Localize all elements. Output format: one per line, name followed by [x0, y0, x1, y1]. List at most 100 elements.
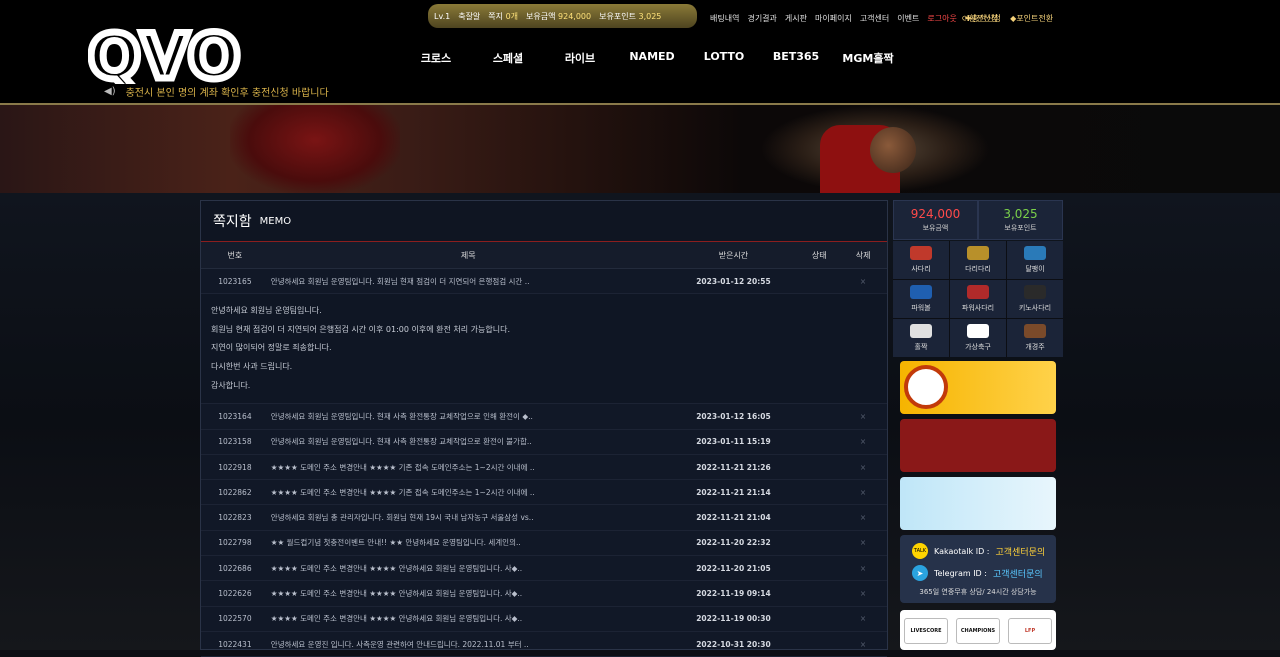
game-tile[interactable]: 키노사다리 [1007, 280, 1063, 318]
delete-icon[interactable]: × [839, 437, 887, 446]
game-label: 홀짝 [914, 343, 928, 351]
roulette-banner[interactable] [900, 361, 1056, 414]
notice-text: 충전시 본인 명의 계좌 확인후 충전신청 바랍니다 [125, 88, 329, 99]
kakao-icon: TALK [912, 543, 928, 559]
money-info: 보유금액 924,000 [526, 11, 592, 21]
game-tile[interactable]: 파워사다리 [950, 280, 1006, 318]
partners-box: LIVESCORE CHAMPIONS LFP [900, 610, 1056, 650]
game-tile[interactable]: 개경주 [1007, 319, 1063, 357]
memo-time: 2023-01-12 20:55 [696, 276, 771, 286]
game-tile[interactable]: 가상축구 [950, 319, 1006, 357]
hero-banner [0, 105, 1280, 193]
game-label: 키노사다리 [1018, 304, 1052, 312]
memo-title-link[interactable]: 안녕하세요 회원님 총 관리자입니다. 회원님 현재 19시 국내 남자농구 서… [269, 512, 668, 523]
memo-table-header: 번호 제목 받은시간 상태 삭제 [201, 242, 887, 269]
memo-title-link[interactable]: ★★★★ 도메인 주소 변경안내 ★★★★ 안녕하세요 회원님 운영팀입니다. … [269, 613, 668, 624]
memo-time: 2022-11-20 22:32 [696, 538, 771, 548]
game-tile[interactable]: 파워볼 [893, 280, 949, 318]
game-tile[interactable]: 다리다리 [950, 241, 1006, 279]
link-mypage[interactable]: 마이페이지 [815, 13, 852, 24]
nav-live[interactable]: 라이브 [544, 50, 616, 66]
nav-cross[interactable]: 크로스 [400, 50, 472, 66]
delete-icon[interactable]: × [839, 412, 887, 421]
memo-content-line: 감사합니다. [211, 380, 251, 390]
kakao-row[interactable]: TALK Kakaotalk ID : 고객센터문의 [900, 543, 1056, 559]
telegram-icon: ➤ [912, 565, 928, 581]
memo-row[interactable]: 1023164 안녕하세요 회원님 운영팀입니다. 현재 사측 환전통장 교체작업… [201, 404, 887, 430]
memo-row[interactable]: 1022823 안녕하세요 회원님 총 관리자입니다. 회원님 현재 19시 국내… [201, 505, 887, 531]
promo-banner[interactable] [900, 477, 1056, 530]
memo-list: 1023164 안녕하세요 회원님 운영팀입니다. 현재 사측 환전통장 교체작업… [201, 404, 887, 657]
logo-text: QVO [88, 24, 240, 84]
game-tile[interactable]: 홀짝 [893, 319, 949, 357]
memo-title-link[interactable]: ★★★★ 도메인 주소 변경안내 ★★★★ 안녕하세요 회원님 운영팀입니다. … [269, 563, 668, 574]
game-icon [1024, 324, 1046, 338]
memo-title-link[interactable]: ★★★★ 도메인 주소 변경안내 ★★★★ 기존 접속 도메인주소는 1~2시간… [269, 462, 668, 473]
nav-special[interactable]: 스페셜 [472, 50, 544, 66]
memo-row[interactable]: 1022626 ★★★★ 도메인 주소 변경안내 ★★★★ 안녕하세요 회원님 운… [201, 581, 887, 607]
memo-row[interactable]: 1022570 ★★★★ 도메인 주소 변경안내 ★★★★ 안녕하세요 회원님 운… [201, 607, 887, 632]
memo-header: 쪽지함 MEMO [201, 201, 887, 242]
memo-row[interactable]: 1022862 ★★★★ 도메인 주소 변경안내 ★★★★ 기존 접속 도메인주소… [201, 480, 887, 506]
memo-row[interactable]: 1022918 ★★★★ 도메인 주소 변경안내 ★★★★ 기존 접속 도메인주소… [201, 455, 887, 481]
game-label: 다리다리 [965, 265, 991, 273]
delete-icon[interactable]: × [839, 538, 887, 547]
memo-row[interactable]: 1023158 안녕하세요 회원님 운영팀입니다. 현재 사측 환전통장 교체작업… [201, 430, 887, 455]
memo-title-link[interactable]: 안녕하세요 운영진 입니다. 사측운영 관련하여 안내드립니다. 2022.11… [269, 639, 668, 650]
qvo-logo[interactable]: QVO [88, 24, 260, 84]
kakao-label: Kakaotalk ID : [934, 546, 990, 556]
support-note: 365일 연중무휴 상담/ 24시간 상담가능 [919, 588, 1037, 596]
memo-row[interactable]: 1022686 ★★★★ 도메인 주소 변경안내 ★★★★ 안녕하세요 회원님 운… [201, 556, 887, 582]
memo-time: 2022-11-20 21:05 [696, 563, 771, 573]
player-silhouette-left [230, 105, 400, 193]
memo-title-link[interactable]: 안녕하세요 회원님 운영팀입니다. 현재 사측 환전통장 교체작업으로 환전이 … [269, 436, 668, 447]
main-nav: 크로스 스페셜 라이브 NAMED LOTTO BET365 MGM홀짝 [400, 50, 904, 66]
delete-icon[interactable]: × [839, 564, 887, 573]
link-support[interactable]: 고객센터 [860, 13, 889, 24]
nav-named[interactable]: NAMED [616, 50, 688, 66]
telegram-row[interactable]: ➤ Telegram ID : 고객센터문의 [900, 565, 1056, 581]
delete-icon[interactable]: × [839, 640, 887, 649]
memo-title-link[interactable]: 안녕하세요 회원님 운영팀입니다. 현재 사측 환전통장 교체작업으로 인해 환… [269, 411, 668, 422]
game-label: 달팽이 [1025, 265, 1045, 273]
event-banner[interactable] [900, 419, 1056, 472]
delete-icon[interactable]: × [839, 463, 887, 472]
memo-id: 1023165 [218, 276, 252, 286]
memo-link[interactable]: 쪽지 0개 [488, 11, 518, 22]
memo-row-open[interactable]: 1023165 안녕하세요 회원님 운영팀입니다. 회원님 현재 점검이 더 지… [201, 269, 887, 295]
delete-icon[interactable]: × [839, 277, 887, 286]
game-tile[interactable]: 사다리 [893, 241, 949, 279]
game-tile[interactable]: 달팽이 [1007, 241, 1063, 279]
nav-bet365[interactable]: BET365 [760, 50, 832, 66]
nav-lotto[interactable]: LOTTO [688, 50, 760, 66]
link-event[interactable]: 이벤트 [897, 13, 919, 24]
memo-title-link[interactable]: ★★★★ 도메인 주소 변경안내 ★★★★ 안녕하세요 회원님 운영팀입니다. … [269, 588, 668, 599]
link-bet-history[interactable]: 배팅내역 [710, 13, 739, 24]
telegram-label: Telegram ID : [934, 568, 987, 578]
delete-icon[interactable]: × [839, 589, 887, 598]
delete-icon[interactable]: × [839, 488, 887, 497]
point-convert-link[interactable]: ◆포인트전환 [1010, 13, 1053, 24]
memo-title-link[interactable]: ★★★★ 도메인 주소 변경안내 ★★★★ 기존 접속 도메인주소는 1~2시간… [269, 487, 668, 498]
link-board[interactable]: 게시판 [785, 13, 807, 24]
champions-league-logo[interactable]: CHAMPIONS [956, 618, 1000, 644]
nav-mgm[interactable]: MGM홀짝 [832, 50, 904, 66]
logout-link[interactable]: 로그아웃 [927, 13, 956, 24]
delete-icon[interactable]: × [839, 614, 887, 623]
money-box: 924,000 보유금액 [893, 200, 978, 240]
memo-time: 2022-11-21 21:26 [696, 462, 771, 472]
livescore-logo[interactable]: LIVESCORE [904, 618, 948, 644]
memo-id: 1023158 [218, 437, 252, 447]
memo-row[interactable]: 1022798 ★★ 월드컵기념 첫충전이벤트 안내!! ★★ 안녕하세요 운영팀… [201, 531, 887, 557]
lfp-logo[interactable]: LFP [1008, 618, 1052, 644]
memo-row[interactable]: 1022431 안녕하세요 운영진 입니다. 사측운영 관련하여 안내드립니다. … [201, 632, 887, 657]
delete-icon[interactable]: × [839, 513, 887, 522]
exchange-link[interactable]: ⟳환전신청 [962, 13, 998, 24]
memo-title-link[interactable]: ★★ 월드컵기념 첫충전이벤트 안내!! ★★ 안녕하세요 운영팀입니다. 세계… [269, 537, 668, 548]
memo-title-link[interactable]: 안녕하세요 회원님 운영팀입니다. 회원님 현재 점검이 더 지연되어 은행점검… [269, 276, 668, 287]
memo-subtitle: MEMO [259, 215, 292, 227]
link-results[interactable]: 경기결과 [747, 13, 776, 24]
game-label: 파워볼 [911, 304, 931, 312]
user-level: Lv.1 [434, 11, 451, 21]
top-links: 배팅내역 경기결과 게시판 마이페이지 고객센터 이벤트 로그아웃 ✚충전신청 [710, 13, 1001, 24]
